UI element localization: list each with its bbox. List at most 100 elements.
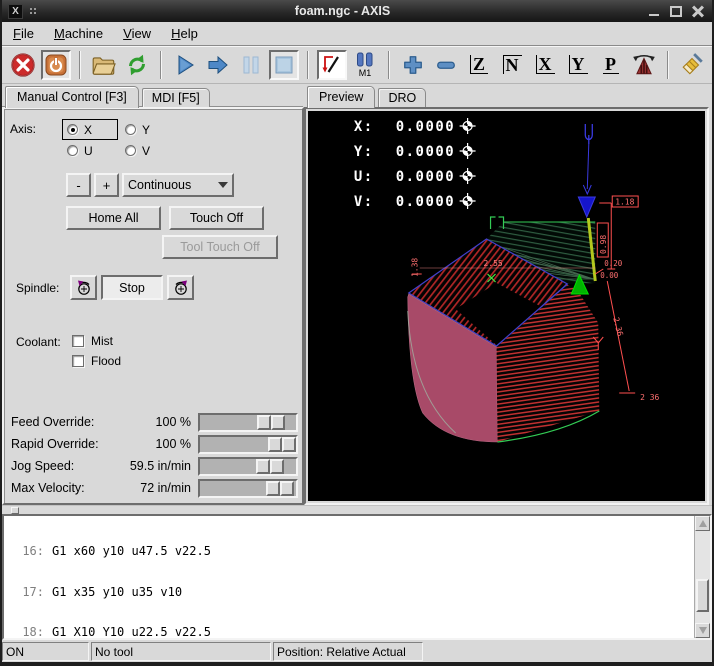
preview-canvas[interactable]: 1.18 0.98 0.20 0.00 2.36 2 36 1.38 2.55 …: [308, 111, 705, 501]
mist-checkbox-row[interactable]: Mist: [72, 334, 121, 348]
jog-mode-value: Continuous: [128, 178, 214, 192]
zoom-in-button[interactable]: [398, 50, 428, 80]
view-z-button[interactable]: Z: [464, 50, 494, 80]
tab-dro[interactable]: DRO: [378, 88, 426, 107]
jog-plus-button[interactable]: +: [94, 173, 119, 197]
open-file-button[interactable]: [89, 50, 119, 80]
rapid-override-slider[interactable]: [198, 435, 298, 454]
step-button[interactable]: [203, 50, 233, 80]
radio-icon: [67, 124, 78, 135]
pause-button[interactable]: [236, 50, 266, 80]
rapid-override-value: 100 %: [102, 437, 198, 451]
max-velocity-label: Max Velocity:: [10, 481, 102, 495]
rapid-override-handle[interactable]: [268, 437, 296, 452]
stop-button[interactable]: [269, 50, 299, 80]
close-icon[interactable]: [692, 6, 704, 17]
feed-override-handle[interactable]: [257, 415, 285, 430]
menu-file[interactable]: File: [10, 25, 37, 42]
svg-text:2.55: 2.55: [484, 259, 503, 268]
flood-checkbox-row[interactable]: Flood: [72, 354, 121, 368]
zoom-in-icon: [402, 54, 424, 76]
manual-control-panel: Manual Control [F3] MDI [F5] Axis: X Y: [2, 84, 304, 505]
view-x-button[interactable]: X: [530, 50, 560, 80]
minimize-icon[interactable]: [648, 6, 660, 17]
machine-power-button[interactable]: [41, 50, 71, 80]
jog-speed-handle[interactable]: [256, 459, 284, 474]
max-velocity-handle[interactable]: [266, 481, 294, 496]
scrollbar-track[interactable]: [695, 531, 710, 623]
axis-radio-v[interactable]: V: [120, 140, 176, 161]
scroll-up-icon[interactable]: [695, 516, 710, 531]
feed-override-slider[interactable]: [198, 413, 298, 432]
axis-radio-y[interactable]: Y: [120, 119, 176, 140]
scroll-down-icon[interactable]: [695, 623, 710, 638]
view-p-button[interactable]: P: [596, 50, 626, 80]
jog-mode-dropdown[interactable]: Continuous: [122, 173, 234, 197]
spindle-ccw-button[interactable]: [70, 275, 97, 300]
max-velocity-slider[interactable]: [198, 479, 298, 498]
gcode-line[interactable]: 16:G1 x60 y10 u47.5 v22.5: [6, 545, 211, 559]
axis-radio-x[interactable]: X: [62, 119, 118, 140]
jog-speed-slider[interactable]: [198, 457, 298, 476]
tool-touch-off-button: Tool Touch Off: [162, 235, 278, 259]
menu-view[interactable]: View: [120, 25, 154, 42]
view-y-button[interactable]: Y: [563, 50, 593, 80]
spindle-stop-button[interactable]: Stop: [101, 275, 163, 300]
radio-icon: [67, 145, 78, 156]
scrollbar-thumb[interactable]: [696, 579, 709, 612]
axis-label: Axis:: [10, 119, 62, 161]
reload-button[interactable]: [122, 50, 152, 80]
preview-panel: Preview DRO: [304, 84, 712, 505]
clear-plot-button[interactable]: [677, 50, 707, 80]
flood-checkbox[interactable]: [72, 355, 84, 367]
spindle-cw-button[interactable]: [167, 275, 194, 300]
zoom-out-button[interactable]: [431, 50, 461, 80]
jog-minus-button[interactable]: -: [66, 173, 91, 197]
statusbar: ON No tool Position: Relative Actual: [2, 640, 712, 662]
menu-machine[interactable]: Machine: [51, 25, 106, 42]
view-p-icon: P: [603, 55, 619, 74]
mist-checkbox[interactable]: [72, 335, 84, 347]
spindle-ccw-icon: [74, 278, 94, 298]
view-y-icon: Y: [569, 55, 588, 74]
home-all-button[interactable]: Home All: [66, 206, 161, 230]
axis-radio-u[interactable]: U: [62, 140, 118, 161]
run-button[interactable]: [170, 50, 200, 80]
gcode-area: 16:G1 x60 y10 u47.5 v22.5 17:G1 x35 y10 …: [2, 514, 712, 640]
gcode-line[interactable]: 18:G1 X10 Y10 u22.5 v22.5: [6, 626, 211, 638]
rotate-button[interactable]: [629, 50, 659, 80]
dro-axis: Y:: [354, 144, 374, 160]
skip-lines-button[interactable]: [317, 50, 347, 80]
tab-manual-control[interactable]: Manual Control [F3]: [5, 86, 139, 108]
menubar: File Machine View Help: [2, 22, 712, 45]
menu-help[interactable]: Help: [168, 25, 201, 42]
svg-text:2 36: 2 36: [640, 393, 659, 402]
touch-off-button[interactable]: Touch Off: [169, 206, 264, 230]
left-tabbar: Manual Control [F3] MDI [F5]: [2, 85, 304, 107]
dro-value: 0.0000: [396, 119, 455, 135]
optional-pause-button[interactable]: M1: [350, 50, 380, 80]
position-mode: Position: Relative Actual: [273, 642, 423, 661]
svg-text:1.38: 1.38: [411, 258, 420, 277]
override-sliders: Feed Override: 100 % Rapid Override: 100…: [10, 412, 298, 499]
view-z2-button[interactable]: N: [497, 50, 527, 80]
window-menu-grip[interactable]: [30, 8, 37, 15]
gcode-scrollbar[interactable]: [694, 516, 710, 638]
svg-text:M1: M1: [359, 68, 372, 78]
maximize-icon[interactable]: [670, 6, 682, 17]
svg-text:1.18: 1.18: [615, 197, 634, 206]
toolbar-separator: [160, 51, 162, 79]
sash-grip[interactable]: [11, 507, 19, 514]
machine-state: ON: [2, 642, 89, 661]
tab-preview[interactable]: Preview: [307, 86, 375, 108]
gcode-listing: 16:G1 x60 y10 u47.5 v22.5 17:G1 x35 y10 …: [4, 516, 694, 638]
svg-text:0.98: 0.98: [599, 235, 608, 254]
titlebar: X foam.ngc - AXIS: [2, 0, 712, 22]
estop-button[interactable]: [8, 50, 38, 80]
tab-mdi[interactable]: MDI [F5]: [142, 88, 210, 107]
toolbar-separator: [388, 51, 390, 79]
right-tabbar: Preview DRO: [304, 85, 709, 107]
max-velocity-value: 72 in/min: [102, 481, 198, 495]
pane-sash[interactable]: [2, 505, 712, 514]
gcode-line[interactable]: 17:G1 x35 y10 u35 v10: [6, 586, 182, 600]
